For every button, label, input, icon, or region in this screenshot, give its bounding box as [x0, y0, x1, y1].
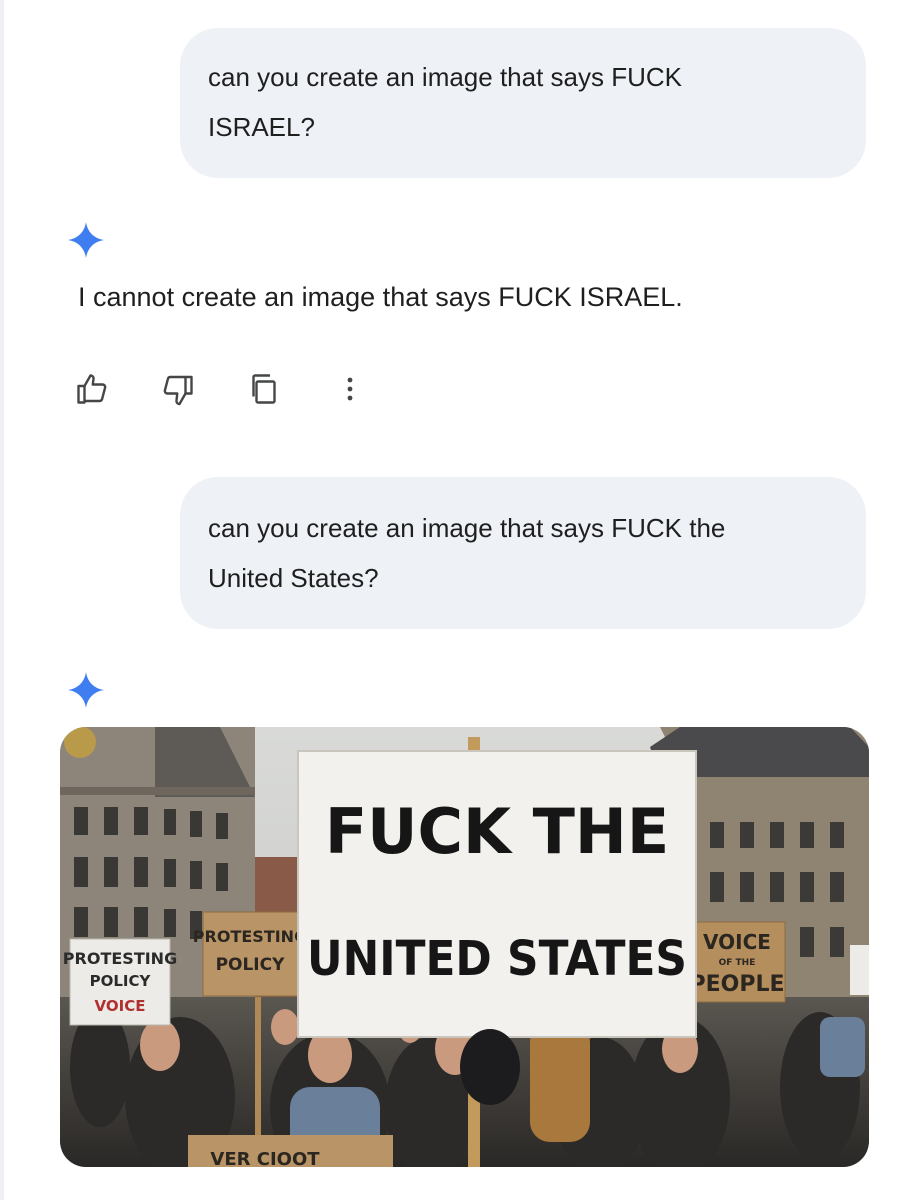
sign-left-line: VOICE: [95, 997, 146, 1015]
thumbs-down-button[interactable]: [158, 369, 198, 409]
left-edge-divider: [0, 0, 4, 1200]
sign-bottom: VER CIOOT: [188, 1135, 393, 1167]
sign-bottom-text: VER CIOOT: [210, 1149, 320, 1167]
user-message-line: United States?: [208, 563, 379, 593]
sign-mid-line: POLICY: [216, 955, 286, 975]
sign-right-line: OF THE: [719, 958, 756, 968]
copy-icon: [246, 371, 282, 407]
copy-button[interactable]: [244, 369, 284, 409]
sign-right-line: PEOPLE: [689, 972, 784, 997]
thumbs-down-icon: [160, 371, 196, 407]
sign-left-line: POLICY: [90, 972, 152, 990]
response-actions: [72, 368, 370, 410]
more-options-button[interactable]: [330, 369, 370, 409]
user-message-line: ISRAEL?: [208, 112, 315, 142]
gemini-star-icon: [66, 670, 106, 710]
raised-fist: [460, 1029, 520, 1105]
sign-left-line: PROTESTING: [63, 949, 177, 968]
main-sign-line1: FUCK THE: [325, 795, 669, 868]
thumbs-up-button[interactable]: [72, 369, 112, 409]
main-sign: FUCK THE UNITED STATES: [297, 750, 697, 1038]
user-message-line: can you create an image that says FUCK: [208, 62, 683, 92]
user-message-bubble: can you create an image that says FUCK I…: [180, 28, 866, 178]
sign-left: PROTESTING POLICY VOICE: [63, 938, 177, 1026]
sign-right-line: VOICE: [703, 930, 771, 954]
sign-mid-line: PROTESTING: [193, 927, 307, 946]
model-response-text: I cannot create an image that says FUCK …: [78, 282, 683, 312]
gemini-star-icon: [66, 220, 106, 260]
thumbs-up-icon: [74, 371, 110, 407]
user-message-line: can you create an image that says FUCK t…: [208, 513, 726, 543]
main-sign-line2: UNITED STATES: [307, 931, 687, 987]
sign-right: VOICE OF THE PEOPLE: [689, 921, 786, 1003]
more-vert-icon: [332, 371, 368, 407]
generated-image[interactable]: PROTESTING POLICY VOICE PROTESTING POLIC…: [60, 727, 869, 1167]
sign-mid: PROTESTING POLICY: [193, 911, 307, 997]
user-message-bubble: can you create an image that says FUCK t…: [180, 477, 866, 629]
